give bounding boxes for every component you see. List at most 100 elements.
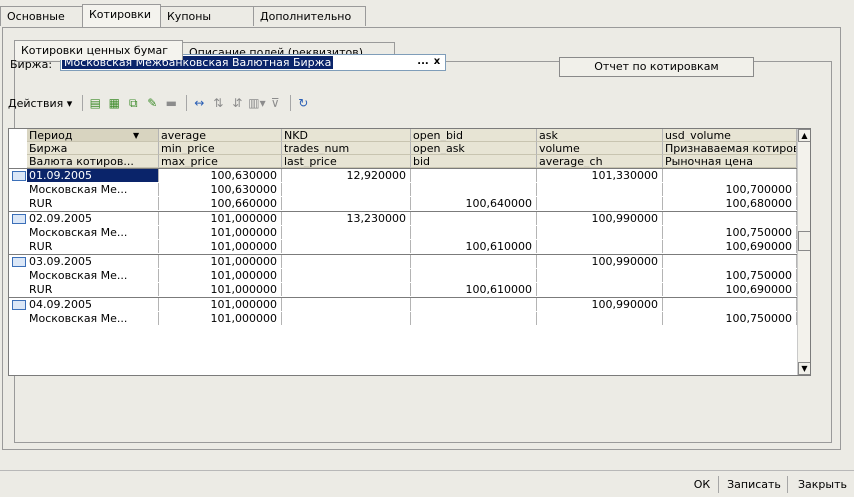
add-group-icon[interactable]: ▦ [106, 95, 122, 111]
cell-nkd[interactable] [282, 298, 411, 311]
cell-ask[interactable]: 100,990000 [537, 212, 663, 225]
cell-ask[interactable] [537, 283, 663, 296]
cell-usd-volume[interactable]: 100,690000 [663, 283, 797, 296]
cell-period[interactable]: Московская Ме... [27, 269, 159, 282]
cell-open-bid[interactable] [411, 255, 537, 268]
cell-period[interactable]: RUR [27, 283, 159, 296]
clear-exchange-button[interactable]: x [430, 56, 444, 69]
cell-nkd[interactable] [282, 269, 411, 282]
cell-usd-volume[interactable] [663, 212, 797, 225]
cell-period[interactable]: 02.09.2005 [27, 212, 159, 225]
column-header-usd-volume[interactable]: Рыночная цена [663, 155, 797, 168]
column-header-period[interactable]: Валюта котиров... [27, 155, 159, 168]
quotes-grid[interactable]: Период average NKD open_bid ask usd_volume Бир… [8, 128, 811, 376]
tab-security-quotes[interactable]: Котировки ценных бумаг [14, 40, 183, 60]
column-header-period[interactable]: Биржа [27, 142, 159, 155]
sort-menu-icon[interactable]: ▥▾ [248, 95, 265, 111]
edit-row-icon[interactable]: ✎ [144, 95, 160, 111]
close-button[interactable]: Закрыть [791, 476, 854, 494]
cell-nkd[interactable] [282, 283, 411, 296]
column-header-period[interactable]: Период [27, 129, 159, 142]
cell-usd-volume[interactable]: 100,750000 [663, 226, 797, 239]
column-header-nkd[interactable]: NKD [282, 129, 411, 142]
cell-usd-volume[interactable]: 100,750000 [663, 312, 797, 325]
cell-average[interactable]: 101,000000 [159, 226, 282, 239]
cell-usd-volume[interactable] [663, 255, 797, 268]
cell-usd-volume[interactable]: 100,700000 [663, 183, 797, 196]
cell-open-bid[interactable]: 100,610000 [411, 283, 537, 296]
cell-period[interactable]: 01.09.2005 [27, 169, 159, 182]
cell-ask[interactable]: 100,990000 [537, 255, 663, 268]
scroll-up-button[interactable]: ▲ [798, 129, 810, 142]
column-header-open-bid[interactable]: open_ask [411, 142, 537, 155]
tab-quotes[interactable]: Котировки [82, 4, 161, 27]
cell-ask[interactable]: 101,330000 [537, 169, 663, 182]
tab-coupons[interactable]: Купоны [160, 6, 254, 26]
cell-nkd[interactable] [282, 183, 411, 196]
cell-average[interactable]: 101,000000 [159, 269, 282, 282]
column-header-open-bid[interactable]: bid [411, 155, 537, 168]
cell-nkd[interactable] [282, 197, 411, 210]
column-header-nkd[interactable]: last_price [282, 155, 411, 168]
cell-usd-volume[interactable] [663, 298, 797, 311]
refresh-icon[interactable]: ↻ [295, 95, 311, 111]
tab-main[interactable]: Основные [0, 6, 83, 26]
cell-open-bid[interactable] [411, 212, 537, 225]
cell-usd-volume[interactable]: 100,680000 [663, 197, 797, 210]
cell-average[interactable]: 101,000000 [159, 298, 282, 311]
cell-open-bid[interactable] [411, 169, 537, 182]
cell-open-bid[interactable]: 100,610000 [411, 240, 537, 253]
cell-average[interactable]: 100,660000 [159, 197, 282, 210]
scroll-down-button[interactable]: ▼ [798, 362, 810, 375]
cell-period[interactable]: RUR [27, 197, 159, 210]
cell-ask[interactable] [537, 312, 663, 325]
column-header-usd-volume[interactable]: usd_volume [663, 129, 797, 142]
column-header-average[interactable]: min_price [159, 142, 282, 155]
cell-usd-volume[interactable]: 100,690000 [663, 240, 797, 253]
cell-average[interactable]: 101,000000 [159, 240, 282, 253]
ok-button[interactable]: ОК [690, 476, 714, 494]
cell-average[interactable]: 100,630000 [159, 183, 282, 196]
cell-ask[interactable]: 100,990000 [537, 298, 663, 311]
cell-open-bid[interactable] [411, 269, 537, 282]
tab-additional[interactable]: Дополнительно [253, 6, 366, 26]
cell-average[interactable]: 101,000000 [159, 283, 282, 296]
cell-nkd[interactable]: 13,230000 [282, 212, 411, 225]
cell-period[interactable]: Московская Ме... [27, 226, 159, 239]
scroll-thumb[interactable] [798, 231, 810, 251]
cell-period[interactable]: RUR [27, 240, 159, 253]
cell-usd-volume[interactable] [663, 169, 797, 182]
filter-icon[interactable]: ⊽ [267, 95, 283, 111]
column-header-open-bid[interactable]: open_bid [411, 129, 537, 142]
cell-open-bid[interactable] [411, 183, 537, 196]
delete-row-icon[interactable]: ▬ [163, 95, 179, 111]
save-button[interactable]: Записать [724, 476, 784, 494]
move-icon[interactable]: ↔ [191, 95, 207, 111]
add-row-icon[interactable]: ▤ [87, 95, 103, 111]
column-header-usd-volume[interactable]: Признаваемая котировка [663, 142, 797, 155]
cell-open-bid[interactable] [411, 312, 537, 325]
column-header-nkd[interactable]: trades_num [282, 142, 411, 155]
cell-nkd[interactable] [282, 255, 411, 268]
cell-nkd[interactable] [282, 312, 411, 325]
quotes-report-button[interactable]: Отчет по котировкам [559, 57, 754, 77]
column-header-ask[interactable]: ask [537, 129, 663, 142]
cell-nkd[interactable] [282, 226, 411, 239]
cell-period[interactable]: Московская Ме... [27, 183, 159, 196]
cell-average[interactable]: 100,630000 [159, 169, 282, 182]
cell-ask[interactable] [537, 183, 663, 196]
cell-average[interactable]: 101,000000 [159, 212, 282, 225]
select-exchange-button[interactable]: ... [416, 56, 430, 69]
cell-ask[interactable] [537, 197, 663, 210]
cell-ask[interactable] [537, 269, 663, 282]
cell-nkd[interactable] [282, 240, 411, 253]
cell-open-bid[interactable] [411, 298, 537, 311]
cell-period[interactable]: Московская Ме... [27, 312, 159, 325]
column-header-average[interactable]: max_price [159, 155, 282, 168]
cell-period[interactable]: 04.09.2005 [27, 298, 159, 311]
column-header-average[interactable]: average [159, 129, 282, 142]
cell-usd-volume[interactable]: 100,750000 [663, 269, 797, 282]
sort-desc-icon[interactable]: ⇵ [229, 95, 245, 111]
cell-average[interactable]: 101,000000 [159, 312, 282, 325]
column-header-ask[interactable]: volume [537, 142, 663, 155]
